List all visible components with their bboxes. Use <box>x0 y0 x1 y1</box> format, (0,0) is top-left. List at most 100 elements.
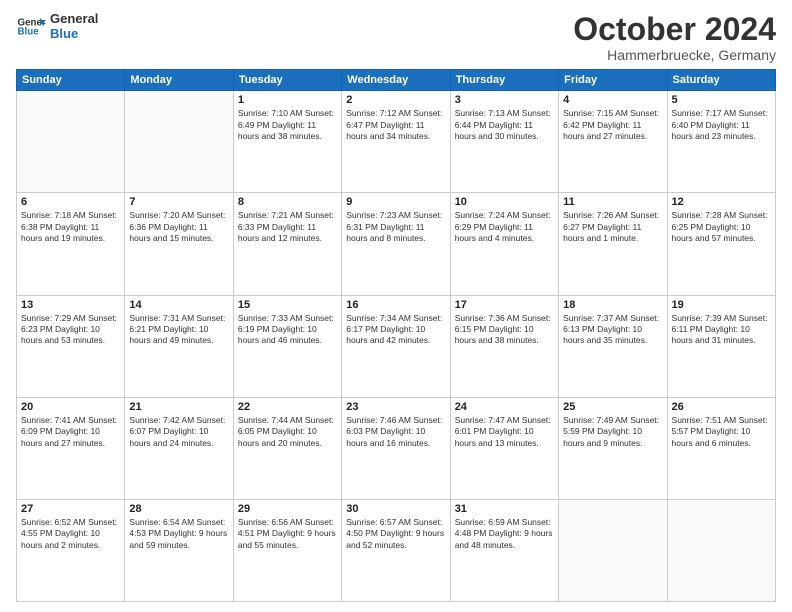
day-number: 26 <box>672 401 771 413</box>
page-header: General Blue General Blue October 2024 H… <box>16 12 776 63</box>
calendar-cell: 23 Sunrise: 7:46 AM Sunset: 6:03 PM Dayli… <box>342 397 450 499</box>
calendar-body: 1Sunrise: 7:10 AM Sunset: 6:49 PM Daylig… <box>17 91 776 602</box>
day-info: Sunrise: 7:39 AM Sunset: 6:11 PM Dayligh… <box>672 313 771 347</box>
calendar-cell: 4Sunrise: 7:15 AM Sunset: 6:42 PM Daylig… <box>559 91 667 193</box>
calendar-cell <box>559 499 667 601</box>
calendar-cell: 2 Sunrise: 7:12 AM Sunset: 6:47 PM Daylig… <box>342 91 450 193</box>
calendar-cell: 11 Sunrise: 7:26 AM Sunset: 6:27 PM Dayli… <box>559 193 667 295</box>
day-number: 1 <box>238 94 337 106</box>
day-info: Sunrise: 7:44 AM Sunset: 6:05 PM Dayligh… <box>238 415 337 449</box>
day-info: Sunrise: 7:17 AM Sunset: 6:40 PM Dayligh… <box>672 108 771 142</box>
calendar-cell: 31 Sunrise: 6:59 AM Sunset: 4:48 PM Dayli… <box>450 499 558 601</box>
day-number: 30 <box>346 503 445 515</box>
day-number: 2 <box>346 94 445 106</box>
calendar-cell: 14Sunrise: 7:31 AM Sunset: 6:21 PM Dayli… <box>125 295 233 397</box>
day-info: Sunrise: 6:59 AM Sunset: 4:48 PM Dayligh… <box>455 517 554 551</box>
location-title: Hammerbruecke, Germany <box>573 47 776 63</box>
calendar-week-row: 13Sunrise: 7:29 AM Sunset: 6:23 PM Dayli… <box>17 295 776 397</box>
calendar-cell: 7 Sunrise: 7:20 AM Sunset: 6:36 PM Daylig… <box>125 193 233 295</box>
logo: General Blue General Blue <box>16 12 98 42</box>
weekday-header-monday: Monday <box>125 70 233 91</box>
day-info: Sunrise: 7:42 AM Sunset: 6:07 PM Dayligh… <box>129 415 228 449</box>
calendar-cell: 27Sunrise: 6:52 AM Sunset: 4:55 PM Dayli… <box>17 499 125 601</box>
calendar-table: SundayMondayTuesdayWednesdayThursdayFrid… <box>16 69 776 602</box>
weekday-header-wednesday: Wednesday <box>342 70 450 91</box>
day-info: Sunrise: 6:56 AM Sunset: 4:51 PM Dayligh… <box>238 517 337 551</box>
day-info: Sunrise: 7:36 AM Sunset: 6:15 PM Dayligh… <box>455 313 554 347</box>
day-number: 3 <box>455 94 554 106</box>
day-number: 4 <box>563 94 662 106</box>
calendar-cell: 10Sunrise: 7:24 AM Sunset: 6:29 PM Dayli… <box>450 193 558 295</box>
calendar-cell: 21 Sunrise: 7:42 AM Sunset: 6:07 PM Dayli… <box>125 397 233 499</box>
calendar-week-row: 6 Sunrise: 7:18 AM Sunset: 6:38 PM Daylig… <box>17 193 776 295</box>
day-info: Sunrise: 7:49 AM Sunset: 5:59 PM Dayligh… <box>563 415 662 449</box>
calendar-cell: 8Sunrise: 7:21 AM Sunset: 6:33 PM Daylig… <box>233 193 341 295</box>
calendar-cell: 24 Sunrise: 7:47 AM Sunset: 6:01 PM Dayli… <box>450 397 558 499</box>
calendar-cell: 20 Sunrise: 7:41 AM Sunset: 6:09 PM Dayli… <box>17 397 125 499</box>
day-info: Sunrise: 7:20 AM Sunset: 6:36 PM Dayligh… <box>129 210 228 244</box>
calendar-cell: 9 Sunrise: 7:23 AM Sunset: 6:31 PM Daylig… <box>342 193 450 295</box>
day-info: Sunrise: 7:41 AM Sunset: 6:09 PM Dayligh… <box>21 415 120 449</box>
day-number: 7 <box>129 196 228 208</box>
weekday-header-thursday: Thursday <box>450 70 558 91</box>
calendar-title-block: October 2024 Hammerbruecke, Germany <box>573 12 776 63</box>
calendar-week-row: 27Sunrise: 6:52 AM Sunset: 4:55 PM Dayli… <box>17 499 776 601</box>
day-number: 31 <box>455 503 554 515</box>
calendar-cell: 6 Sunrise: 7:18 AM Sunset: 6:38 PM Daylig… <box>17 193 125 295</box>
weekday-header-sunday: Sunday <box>17 70 125 91</box>
logo-text-line2: Blue <box>50 27 98 42</box>
calendar-cell: 28Sunrise: 6:54 AM Sunset: 4:53 PM Dayli… <box>125 499 233 601</box>
day-info: Sunrise: 7:37 AM Sunset: 6:13 PM Dayligh… <box>563 313 662 347</box>
day-number: 19 <box>672 299 771 311</box>
day-number: 8 <box>238 196 337 208</box>
day-info: Sunrise: 6:52 AM Sunset: 4:55 PM Dayligh… <box>21 517 120 551</box>
day-info: Sunrise: 7:28 AM Sunset: 6:25 PM Dayligh… <box>672 210 771 244</box>
calendar-week-row: 1Sunrise: 7:10 AM Sunset: 6:49 PM Daylig… <box>17 91 776 193</box>
day-number: 12 <box>672 196 771 208</box>
day-info: Sunrise: 7:46 AM Sunset: 6:03 PM Dayligh… <box>346 415 445 449</box>
day-number: 10 <box>455 196 554 208</box>
day-info: Sunrise: 6:57 AM Sunset: 4:50 PM Dayligh… <box>346 517 445 551</box>
day-info: Sunrise: 7:26 AM Sunset: 6:27 PM Dayligh… <box>563 210 662 244</box>
day-number: 23 <box>346 401 445 413</box>
weekday-header-tuesday: Tuesday <box>233 70 341 91</box>
day-number: 24 <box>455 401 554 413</box>
calendar-cell: 3 Sunrise: 7:13 AM Sunset: 6:44 PM Daylig… <box>450 91 558 193</box>
calendar-cell <box>125 91 233 193</box>
logo-icon: General Blue <box>16 12 46 42</box>
logo-text-line1: General <box>50 12 98 27</box>
calendar-cell: 12 Sunrise: 7:28 AM Sunset: 6:25 PM Dayli… <box>667 193 775 295</box>
calendar-cell: 1Sunrise: 7:10 AM Sunset: 6:49 PM Daylig… <box>233 91 341 193</box>
day-number: 21 <box>129 401 228 413</box>
calendar-cell: 25Sunrise: 7:49 AM Sunset: 5:59 PM Dayli… <box>559 397 667 499</box>
svg-text:Blue: Blue <box>18 27 40 38</box>
day-info: Sunrise: 7:34 AM Sunset: 6:17 PM Dayligh… <box>346 313 445 347</box>
month-title: October 2024 <box>573 12 776 47</box>
day-number: 11 <box>563 196 662 208</box>
calendar-cell: 15Sunrise: 7:33 AM Sunset: 6:19 PM Dayli… <box>233 295 341 397</box>
calendar-cell: 18Sunrise: 7:37 AM Sunset: 6:13 PM Dayli… <box>559 295 667 397</box>
day-number: 14 <box>129 299 228 311</box>
calendar-cell: 5 Sunrise: 7:17 AM Sunset: 6:40 PM Daylig… <box>667 91 775 193</box>
day-info: Sunrise: 7:12 AM Sunset: 6:47 PM Dayligh… <box>346 108 445 142</box>
calendar-cell: 16Sunrise: 7:34 AM Sunset: 6:17 PM Dayli… <box>342 295 450 397</box>
calendar-cell: 13Sunrise: 7:29 AM Sunset: 6:23 PM Dayli… <box>17 295 125 397</box>
calendar-cell <box>667 499 775 601</box>
day-number: 29 <box>238 503 337 515</box>
calendar-cell <box>17 91 125 193</box>
calendar-cell: 29 Sunrise: 6:56 AM Sunset: 4:51 PM Dayli… <box>233 499 341 601</box>
calendar-cell: 22 Sunrise: 7:44 AM Sunset: 6:05 PM Dayli… <box>233 397 341 499</box>
day-number: 22 <box>238 401 337 413</box>
day-info: Sunrise: 7:29 AM Sunset: 6:23 PM Dayligh… <box>21 313 120 347</box>
day-number: 15 <box>238 299 337 311</box>
calendar-cell: 26Sunrise: 7:51 AM Sunset: 5:57 PM Dayli… <box>667 397 775 499</box>
day-number: 17 <box>455 299 554 311</box>
day-number: 6 <box>21 196 120 208</box>
day-number: 9 <box>346 196 445 208</box>
day-info: Sunrise: 7:47 AM Sunset: 6:01 PM Dayligh… <box>455 415 554 449</box>
day-number: 5 <box>672 94 771 106</box>
day-info: Sunrise: 7:18 AM Sunset: 6:38 PM Dayligh… <box>21 210 120 244</box>
day-info: Sunrise: 7:23 AM Sunset: 6:31 PM Dayligh… <box>346 210 445 244</box>
day-number: 20 <box>21 401 120 413</box>
day-info: Sunrise: 7:13 AM Sunset: 6:44 PM Dayligh… <box>455 108 554 142</box>
